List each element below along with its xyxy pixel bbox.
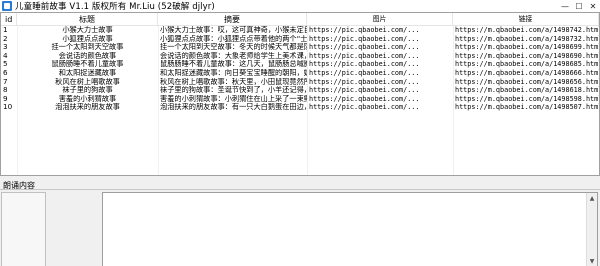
row-title: 小狐狸点点故事 bbox=[62, 34, 113, 43]
column-header-link[interactable]: 链接 bbox=[453, 13, 599, 26]
title-bar[interactable]: 儿童睡前故事 V1.1 版权所有 Mr.Liu (52破解 djlyr) — ☐… bbox=[0, 0, 600, 12]
row-image: https://pic.qbaobei.com/... bbox=[309, 94, 420, 103]
table-row[interactable]: 9 害羞的小刺猬故事 害羞的小刺猬故事：小刺猬住在山上采了一束鲜花，第二天，他拿着鲜… bbox=[1, 95, 599, 104]
table-row[interactable]: 2小狐狸点点故事小狐狸点点故事：小狐狸点点带着他的两个“士兵”，走着高速和相ht… bbox=[1, 35, 599, 44]
maximize-button[interactable]: ☐ bbox=[572, 0, 586, 12]
row-title: 小猴大力士故事 bbox=[62, 26, 113, 34]
row-image: https://pic.qbaobei.com/... bbox=[309, 26, 420, 34]
row-summary: 害羞的小刺猬故事：小刺猬住在山上采了一束鲜花，第二天，他拿着鲜 bbox=[160, 94, 307, 103]
row-id: 8 bbox=[3, 86, 8, 95]
row-id: 3 bbox=[3, 43, 8, 52]
minimize-button[interactable]: — bbox=[558, 0, 572, 12]
row-title: 袜子里的狗故事 bbox=[62, 86, 113, 95]
row-image: https://pic.qbaobei.com/... bbox=[309, 77, 420, 86]
reading-area: ▲ ▼ bbox=[0, 189, 600, 266]
reading-sidebar bbox=[1, 192, 46, 266]
row-link: https://m.qbaobei.com/a/1498656.html bbox=[455, 77, 599, 86]
pane-splitter[interactable] bbox=[0, 176, 600, 180]
row-title: 秋风在树上唱歌故事 bbox=[55, 77, 120, 86]
row-image: https://pic.qbaobei.com/... bbox=[309, 43, 420, 52]
row-summary: 小狐狸点点故事：小狐狸点点带着他的两个“士兵”，走着高速和相 bbox=[160, 34, 307, 43]
close-button[interactable]: ✕ bbox=[586, 0, 600, 12]
row-id: 5 bbox=[3, 60, 8, 69]
table-row[interactable]: 10 泡泡扶来的朋友故事 泡泡扶来的朋友故事：有一只大白鹅蛋在田边，它吃过了青草和麦… bbox=[1, 103, 599, 112]
row-summary: 鼠肠肠睡不着儿童故事：这几天，鼠肠肠总喊胸闷气，“怎么啦？”看 bbox=[160, 60, 307, 69]
row-image: https://pic.qbaobei.com/... bbox=[309, 86, 420, 95]
reading-text-area[interactable]: ▲ ▼ bbox=[102, 192, 598, 266]
row-link: https://m.qbaobei.com/a/1498699.html bbox=[455, 43, 599, 52]
table-body: 1小猴大力士故事小猴大力士故事：哎，这可真神奇，小猴未定自己种柚子当沙袋打htt… bbox=[1, 26, 599, 112]
row-title: 鼠肠肠睡不着儿童故事 bbox=[51, 60, 124, 69]
row-image: https://pic.qbaobei.com/... bbox=[309, 34, 420, 43]
scroll-down-icon[interactable]: ▼ bbox=[587, 256, 597, 266]
row-id: 1 bbox=[3, 26, 8, 34]
row-summary: 会说话的颜色故事：大象老师给学生上美术课，他说：“颜色也会说 bbox=[160, 51, 307, 60]
row-title: 害羞的小刺猬故事 bbox=[58, 94, 117, 103]
row-link: https://m.qbaobei.com/a/1498742.html bbox=[455, 26, 599, 34]
row-id: 4 bbox=[3, 51, 8, 60]
table-row[interactable]: 3 挂一个太阳到天空故事 挂一个太阳到天空故事：冬天的时候天气都是阴沉沉的，小动物们… bbox=[1, 43, 599, 52]
column-header-summary[interactable]: 摘要 bbox=[158, 13, 307, 26]
row-summary: 袜子里的狗故事：圣诞节快到了，小羊还记得，去年圣诞节的时候， bbox=[160, 86, 307, 95]
row-summary: 和太阳捉迷藏故事：向日葵宝宝睡醒的朝阳，妮妮看着那朝的美丽七 bbox=[160, 68, 307, 77]
row-link: https://m.qbaobei.com/a/1498666.html bbox=[455, 68, 599, 77]
row-summary: 小猴大力士故事：哎，这可真神奇，小猴未定自己种柚子当沙袋打 bbox=[160, 26, 307, 34]
row-summary: 泡泡扶来的朋友故事：有一只大白鹅蛋在田边，它吃过了青草和麦粒 bbox=[160, 103, 307, 112]
story-table[interactable]: id 标题 摘要 图片 链接 1 小猴大力士故事 小猴大力士故事：哎，这可真神奇，小… bbox=[0, 12, 600, 176]
row-image: https://pic.qbaobei.com/... bbox=[309, 68, 420, 77]
table-row[interactable]: 1小猴大力士故事小猴大力士故事：哎，这可真神奇，小猴未定自己种柚子当沙袋打htt… bbox=[1, 26, 599, 35]
row-image: https://pic.qbaobei.com/... bbox=[309, 51, 420, 60]
row-id: 9 bbox=[3, 94, 8, 103]
reading-scrollbar[interactable]: ▲ ▼ bbox=[586, 193, 597, 266]
table-row[interactable]: 8袜子里的狗故事袜子里的狗故事：圣诞节快到了，小羊还记得，去年圣诞节的时候，ht… bbox=[1, 86, 599, 95]
row-id: 6 bbox=[3, 68, 8, 77]
row-link: https://m.qbaobei.com/a/1498618.html bbox=[455, 86, 599, 95]
row-image: https://pic.qbaobei.com/... bbox=[309, 60, 420, 69]
row-link: https://m.qbaobei.com/a/1498690.html bbox=[455, 51, 599, 60]
row-title: 挂一个太阳到天空故事 bbox=[51, 43, 124, 52]
row-title: 泡泡扶来的朋友故事 bbox=[55, 103, 120, 112]
row-summary: 秋风在树上唱歌故事：秋天里，小田鼠现竟然所有了自己的秘密：什 bbox=[160, 77, 307, 86]
row-title: 和太阳捉迷藏故事 bbox=[58, 68, 117, 77]
row-link: https://m.qbaobei.com/a/1498732.html bbox=[455, 34, 599, 43]
row-summary: 挂一个太阳到天空故事：冬天的时候天气都是阴沉沉的，小动物们想 bbox=[160, 43, 307, 52]
row-link: https://m.qbaobei.com/a/1498598.html bbox=[455, 94, 599, 103]
column-header-image[interactable]: 图片 bbox=[307, 13, 453, 26]
table-row[interactable]: 6和太阳捉迷藏故事和太阳捉迷藏故事：向日葵宝宝睡醒的朝阳，妮妮看着那朝的美丽七h… bbox=[1, 69, 599, 78]
row-id: 10 bbox=[3, 103, 13, 112]
table-row[interactable]: 7 秋风在树上唱歌故事 秋风在树上唱歌故事：秋天里，小田鼠现竟然所有了自己的秘密：什… bbox=[1, 78, 599, 87]
row-id: 2 bbox=[3, 34, 8, 43]
row-title: 会说话的颜色故事 bbox=[58, 51, 117, 60]
table-row[interactable]: 4会说话的颜色故事会说话的颜色故事：大象老师给学生上美术课，他说：“颜色也会说h… bbox=[1, 52, 599, 61]
scroll-up-icon[interactable]: ▲ bbox=[587, 193, 597, 203]
window-controls: — ☐ ✕ bbox=[558, 0, 600, 12]
reading-spacer bbox=[46, 192, 102, 266]
row-image: https://pic.qbaobei.com/... bbox=[309, 103, 420, 112]
row-id: 7 bbox=[3, 77, 8, 86]
app-window: 儿童睡前故事 V1.1 版权所有 Mr.Liu (52破解 djlyr) — ☐… bbox=[0, 0, 600, 266]
window-title: 儿童睡前故事 V1.1 版权所有 Mr.Liu (52破解 djlyr) bbox=[15, 2, 215, 12]
table-row[interactable]: 5 鼠肠肠睡不着儿童故事 鼠肠肠睡不着儿童故事：这几天，鼠肠肠总喊胸闷气，“怎么啦？… bbox=[1, 60, 599, 69]
table-header: id 标题 摘要 图片 链接 bbox=[1, 13, 599, 26]
app-icon bbox=[2, 1, 12, 11]
column-header-id[interactable]: id bbox=[1, 13, 17, 26]
row-link: https://m.qbaobei.com/a/1498507.html bbox=[455, 103, 599, 112]
row-link: https://m.qbaobei.com/a/1498685.html bbox=[455, 60, 599, 69]
column-header-title[interactable]: 标题 bbox=[17, 13, 158, 26]
